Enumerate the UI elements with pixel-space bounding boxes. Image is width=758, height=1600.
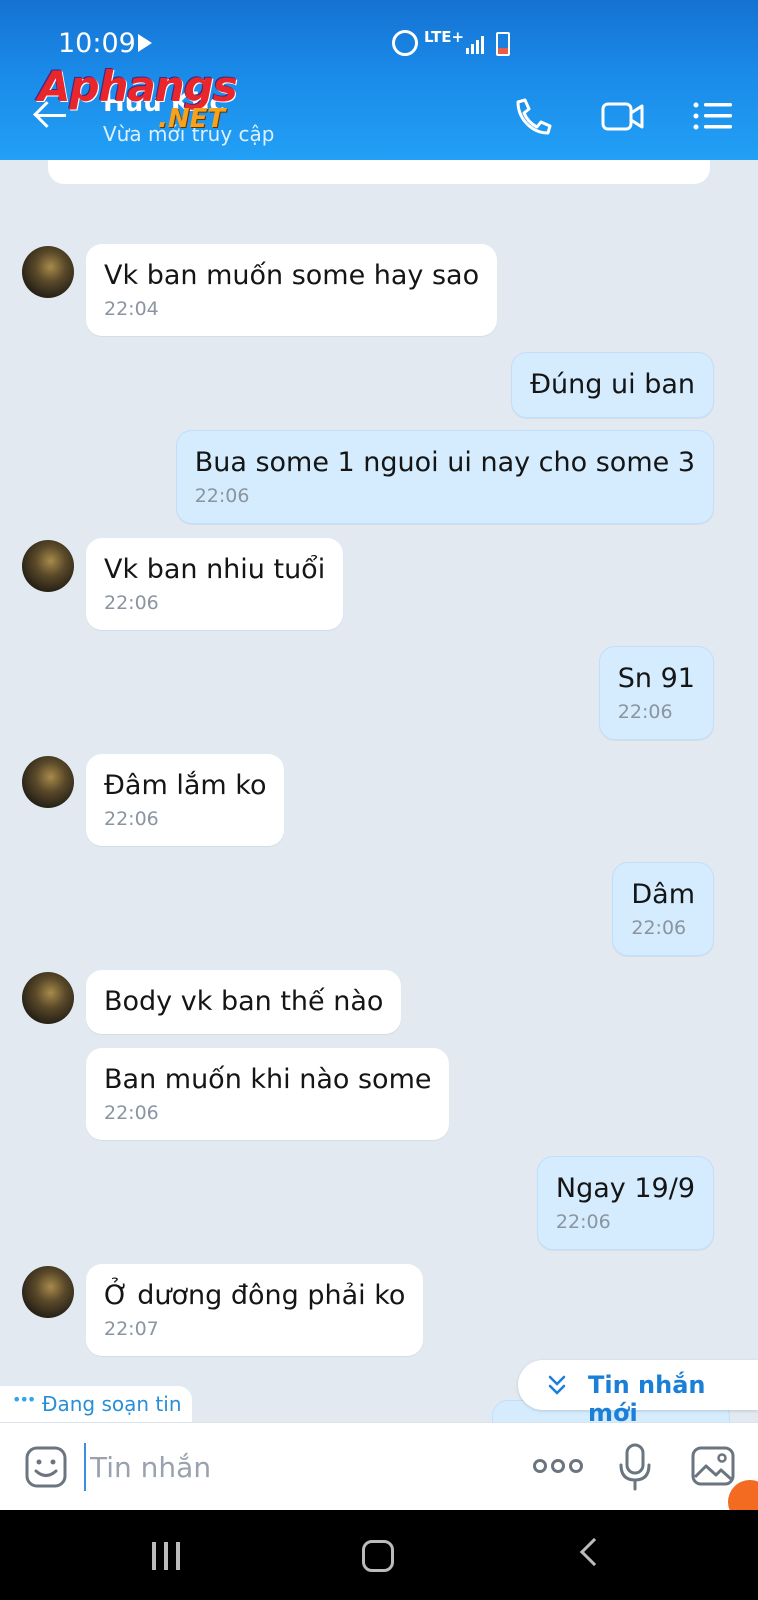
play-store-icon	[138, 34, 152, 52]
message-text: Body vk ban thế nào	[104, 986, 384, 1017]
message-text: Bua some 1 nguoi ui nay cho some 3	[194, 447, 695, 478]
status-time: 10:09	[58, 28, 136, 59]
video-call-icon[interactable]	[600, 96, 644, 136]
message-time: 22:07	[104, 1318, 159, 1340]
composer-bar	[0, 1422, 758, 1510]
message-bubble-incoming[interactable]: Ban muốn khi nào some 22:06	[86, 1048, 450, 1140]
home-icon[interactable]	[362, 1540, 394, 1572]
message-time: 22:06	[104, 808, 159, 830]
phone-call-icon[interactable]	[510, 96, 554, 136]
message-bubble-incoming[interactable]: Đâm lắm ko 22:06	[86, 754, 285, 846]
message-time: 22:06	[631, 917, 687, 939]
message-text: Ban muốn khi nào some	[104, 1064, 432, 1095]
message-time: 22:06	[104, 1102, 159, 1124]
battery-icon	[496, 32, 510, 56]
image-gallery-icon[interactable]	[690, 1445, 736, 1487]
message-time: 22:06	[194, 485, 250, 507]
new-messages-label: Tin nhắn mới	[588, 1371, 706, 1422]
top-bar: 10:09 LTE+ Huu Khc Vừa mới truy cập Apha…	[0, 0, 758, 160]
typing-indicator: ••• Đang soạn tin	[0, 1386, 192, 1422]
network-label: LTE+	[424, 28, 465, 46]
message-bubble-incoming[interactable]: Vk ban muốn some hay sao 22:04	[86, 244, 498, 336]
message-text: Ở dương đông phải ko	[104, 1280, 406, 1311]
message-text: Đúng ui ban	[530, 369, 695, 400]
alarm-icon	[392, 30, 418, 56]
contact-avatar[interactable]	[22, 540, 74, 592]
message-time: 22:04	[104, 298, 159, 320]
contact-avatar[interactable]	[22, 246, 74, 298]
message-time: 22:06	[104, 592, 159, 614]
double-chevron-down-icon	[548, 1375, 566, 1395]
previous-card	[48, 160, 710, 184]
message-text: Dâm	[631, 879, 695, 910]
message-bubble-outgoing[interactable]: Đúng ui ban	[511, 352, 714, 418]
message-text: Sn 91	[617, 663, 695, 694]
message-time: 22:06	[617, 701, 673, 723]
recent-apps-icon[interactable]	[152, 1542, 186, 1570]
system-nav-bar	[0, 1510, 758, 1600]
message-bubble-outgoing[interactable]: Bua some 1 nguoi ui nay cho some 3 22:06	[175, 430, 714, 524]
message-bubble-incoming[interactable]: Body vk ban thế nào	[86, 970, 402, 1034]
message-bubble-incoming[interactable]: Vk ban nhiu tuổi 22:06	[86, 538, 344, 630]
microphone-icon[interactable]	[618, 1443, 652, 1491]
message-bubble-outgoing[interactable]: Dâm 22:06	[612, 862, 714, 956]
message-text: Vk ban muốn some hay sao	[104, 260, 480, 291]
typing-label: Đang soạn tin	[42, 1392, 182, 1416]
message-input[interactable]	[84, 1443, 484, 1491]
sticker-icon[interactable]	[24, 1445, 68, 1489]
message-bubble-outgoing[interactable]: Ngay 19/9 22:06	[536, 1156, 714, 1250]
more-options-icon[interactable]	[532, 1455, 584, 1477]
menu-list-icon[interactable]	[690, 96, 734, 136]
contact-avatar[interactable]	[22, 972, 74, 1024]
message-list[interactable]: Vk ban muốn some hay sao 22:04 Đúng ui b…	[0, 160, 758, 1422]
message-text: Đâm lắm ko	[104, 770, 267, 801]
signal-icon	[466, 36, 486, 54]
message-time: 22:06	[555, 1211, 611, 1233]
contact-avatar[interactable]	[22, 1266, 74, 1318]
typing-dots-icon: •••	[12, 1390, 36, 1409]
watermark-line2: .NET	[158, 104, 226, 134]
watermark-logo: Aphangs .NET	[38, 62, 238, 134]
contact-avatar[interactable]	[22, 756, 74, 808]
message-text: Ngay 19/9	[555, 1173, 695, 1204]
message-bubble-outgoing[interactable]: Sn 91 22:06	[598, 646, 714, 740]
nav-back-icon[interactable]	[579, 1537, 609, 1567]
message-bubble-incoming[interactable]: Ở dương đông phải ko 22:07	[86, 1264, 424, 1356]
message-text: Vk ban nhiu tuổi	[104, 554, 326, 585]
new-messages-button[interactable]: Tin nhắn mới	[518, 1360, 758, 1422]
